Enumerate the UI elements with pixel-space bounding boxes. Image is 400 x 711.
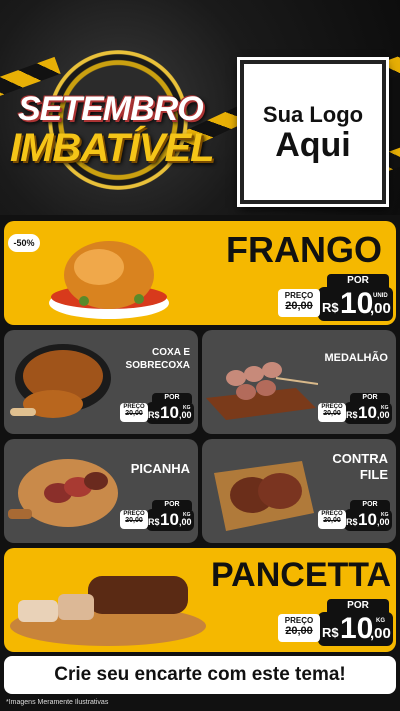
product-name: PANCETTA — [211, 556, 392, 594]
old-price-box: PREÇO 20,00 — [120, 403, 148, 422]
old-price-box: PREÇO 20,00 — [120, 510, 148, 529]
price-int: 10 — [340, 612, 374, 645]
product-name-line2: SOBRECOXA — [125, 360, 190, 371]
product-name: CONTRA FILE — [302, 451, 388, 483]
product-card-picanha: PICANHA POR R$ 10 ,00 KG PREÇO 20,00 — [4, 439, 198, 543]
product-name-line2: FILE — [359, 467, 388, 482]
product-name: MEDALHÃO — [324, 352, 388, 364]
old-price-box: PREÇO 20,00 — [318, 510, 346, 529]
currency: R$ — [322, 625, 339, 640]
currency: R$ — [346, 517, 358, 527]
price-int: 10 — [358, 403, 377, 422]
currency: R$ — [148, 410, 160, 420]
old-price-box: PREÇO 20,00 — [318, 403, 346, 422]
badge-line1: SETEMBRO — [18, 90, 204, 128]
logo-line1: Sua Logo — [262, 102, 364, 127]
logo-line2: Aqui — [275, 126, 351, 164]
roast-chicken-image — [49, 241, 169, 319]
preco-label: PREÇO — [284, 291, 314, 300]
price-unit: KG — [381, 512, 389, 518]
pancetta-roast-image — [10, 576, 206, 646]
old-price: 20,00 — [323, 410, 341, 417]
old-price-box: PREÇO 20,00 — [278, 614, 320, 642]
price-box: R$ 10 ,00 KG — [318, 612, 393, 646]
price-unit: KG — [183, 405, 191, 411]
price-cents: ,00 — [179, 517, 192, 527]
price-int: 10 — [358, 510, 377, 529]
price-cents: ,00 — [370, 625, 391, 642]
price-cents: ,00 — [370, 300, 391, 317]
product-card-medalhao: MEDALHÃO POR R$ 10 ,00 KG PREÇO 20,00 — [202, 330, 396, 434]
price-cents: ,00 — [377, 410, 390, 420]
currency: R$ — [148, 517, 160, 527]
campaign-badge: SETEMBRO IMBATÍVEL — [10, 50, 215, 210]
product-name: PICANHA — [130, 461, 190, 476]
preco-label: PREÇO — [284, 616, 314, 625]
product-card-coxa: COXA E SOBRECOXA POR R$ 10 ,00 KG PREÇO … — [4, 330, 198, 434]
old-price: 20,00 — [125, 517, 143, 524]
price-cents: ,00 — [179, 410, 192, 420]
price-box: R$ 10 ,00 KG — [344, 402, 392, 424]
old-price: 20,00 — [323, 517, 341, 524]
price-int: 10 — [340, 287, 374, 320]
price-unit: KG — [381, 405, 389, 411]
price-box: R$ 10 ,00 KG — [146, 402, 194, 424]
discount-badge: -50% — [8, 234, 40, 252]
old-price: 20,00 — [285, 300, 313, 312]
product-card-contrafile: CONTRA FILE POR R$ 10 ,00 KG PREÇO 20,00 — [202, 439, 396, 543]
logo-placeholder: Sua Logo Aqui — [240, 60, 386, 204]
product-name: COXA E SOBRECOXA — [104, 346, 190, 372]
price-box: R$ 10 ,00 UNID — [318, 287, 393, 321]
product-card-pancetta: PANCETTA POR R$ 10 ,00 KG PREÇO 20,00 — [4, 548, 396, 652]
price-int: 10 — [160, 510, 179, 529]
disclaimer-note: *Imagens Meramente Ilustrativas — [6, 699, 109, 706]
chicken-drumstick-image — [10, 344, 111, 418]
por-label: POR — [327, 599, 389, 613]
currency: R$ — [346, 410, 358, 420]
old-price-box: PREÇO 20,00 — [278, 289, 320, 317]
product-card-frango: FRANGO POR R$ 10 ,00 UNID PREÇO 20,00 — [4, 221, 396, 325]
price-int: 10 — [160, 403, 179, 422]
currency: R$ — [322, 300, 339, 315]
badge-line2: IMBATÍVEL — [10, 126, 215, 170]
por-label: POR — [327, 274, 389, 288]
price-unit: KG — [183, 512, 191, 518]
price-unit: KG — [376, 618, 385, 624]
cta-banner[interactable]: Crie seu encarte com este tema! — [4, 656, 396, 694]
old-price: 20,00 — [125, 410, 143, 417]
price-unit: UNID — [373, 293, 388, 299]
header-banner: SETEMBRO IMBATÍVEL Sua Logo Aqui — [0, 0, 400, 215]
price-cents: ,00 — [377, 517, 390, 527]
product-name-line1: COXA E — [152, 347, 190, 358]
price-box: R$ 10 ,00 KG — [146, 509, 194, 531]
old-price: 20,00 — [285, 625, 313, 637]
price-box: R$ 10 ,00 KG — [344, 509, 392, 531]
product-name-line1: CONTRA — [332, 451, 388, 466]
product-name: FRANGO — [226, 229, 382, 270]
